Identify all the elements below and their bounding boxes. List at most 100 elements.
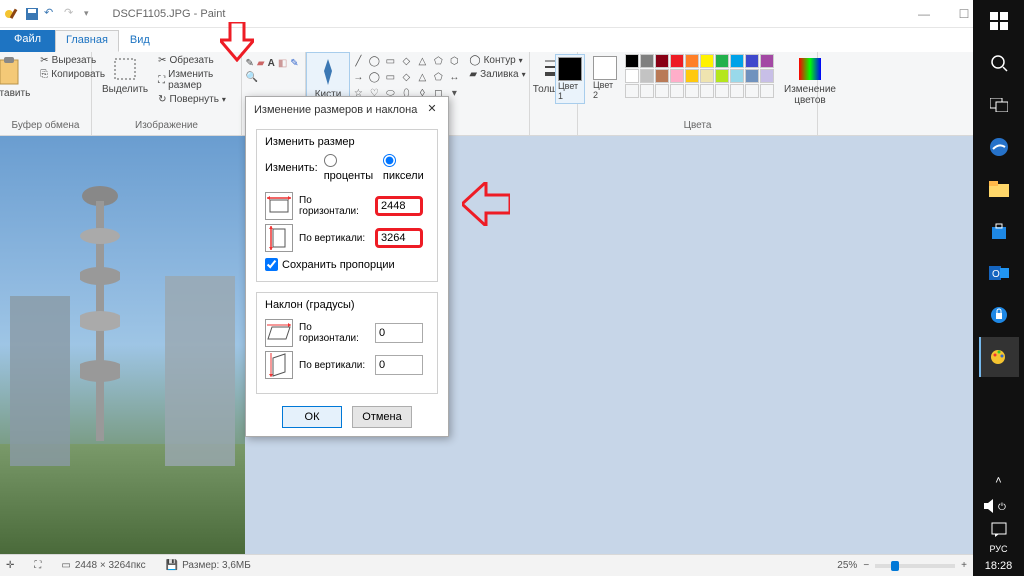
select-label: Выделить: [102, 84, 148, 95]
minimize-button[interactable]: —: [904, 0, 944, 28]
crop-icon: ✂: [158, 55, 166, 66]
outline-button[interactable]: ◯Контур▾: [467, 54, 527, 67]
dialog-title: Изменение размеров и наклона: [254, 104, 417, 116]
action-center-icon[interactable]: [979, 519, 1019, 541]
zoom-in-button[interactable]: +: [961, 560, 967, 571]
paste-label: Вставить: [0, 88, 30, 99]
bucket-icon: ▰: [469, 69, 477, 80]
clipboard-group-label: Буфер обмена: [12, 120, 80, 133]
tab-file[interactable]: Файл: [0, 30, 55, 52]
window-title: DSCF1105.JPG - Paint: [113, 8, 226, 20]
zoom-slider[interactable]: [875, 564, 955, 568]
skew-vert-icon: [265, 351, 293, 379]
fill-button[interactable]: ▰Заливка▾: [467, 68, 527, 81]
windows-taskbar: O ˄ ⏻ РУС 18:28: [973, 0, 1024, 576]
rotate-button[interactable]: ↻Повернуть▾: [156, 93, 235, 106]
edge-icon[interactable]: [979, 127, 1019, 167]
dims-icon: ▭: [61, 560, 70, 571]
color2-label: Цвет 2: [593, 80, 617, 100]
crosshair-icon: ✛: [6, 560, 14, 571]
skew-horiz-label: По горизонтали:: [299, 322, 369, 344]
fill-icon[interactable]: ▰: [257, 58, 265, 69]
canvas-image: [0, 136, 245, 554]
vert-input[interactable]: [375, 228, 423, 248]
ribbon-tabs: Файл Главная Вид ?: [0, 28, 1024, 52]
ribbon: Вставить ✂Вырезать ⎘Копировать Буфер обм…: [0, 52, 1024, 136]
color1-label: Цвет 1: [558, 81, 582, 101]
tray-expand-icon[interactable]: ˄: [979, 469, 1019, 493]
image-group-label: Изображение: [135, 120, 198, 133]
paste-button[interactable]: Вставить: [0, 54, 34, 101]
start-button[interactable]: [979, 1, 1019, 41]
colors-group-label: Цвета: [684, 120, 712, 133]
search-button[interactable]: [979, 43, 1019, 83]
disk-icon: 💾: [166, 560, 178, 571]
shapes-gallery[interactable]: ╱◯▭◇△⬠⬡ →◯▭◇△⬠↔ ☆♡⬭⬯◊◻▾: [351, 54, 461, 100]
ok-button[interactable]: ОК: [282, 406, 342, 428]
selection-icon: ⛶: [34, 560, 41, 571]
outlook-icon[interactable]: O: [979, 253, 1019, 293]
horiz-label: По горизонтали:: [299, 195, 369, 217]
cancel-button[interactable]: Отмена: [352, 406, 412, 428]
svg-text:⏻: ⏻: [998, 502, 1006, 513]
pixels-radio[interactable]: пиксели: [383, 154, 429, 182]
horiz-icon: [265, 192, 293, 220]
text-icon[interactable]: A: [268, 58, 275, 69]
skew-vert-label: По вертикали:: [299, 360, 369, 371]
undo-icon[interactable]: ↶: [44, 6, 60, 22]
brushes-button[interactable]: Кисти: [311, 55, 346, 102]
horiz-input[interactable]: [375, 196, 423, 216]
zoom-out-button[interactable]: −: [863, 560, 869, 571]
status-bar: ✛ ⛶ ▭2448 × 3264пкс 💾Размер: 3,6МБ 25% −…: [0, 554, 973, 576]
eraser-icon[interactable]: ◧: [278, 58, 287, 69]
annotation-arrow-down: [220, 22, 254, 62]
title-bar: ↶ ↷ ▾ DSCF1105.JPG - Paint — ☐ ✕: [0, 0, 1024, 28]
edit-colors-label: Изменение цветов: [784, 84, 836, 106]
tab-home[interactable]: Главная: [55, 30, 119, 52]
zoom-value: 25%: [837, 560, 857, 571]
taskview-button[interactable]: [979, 85, 1019, 125]
skew-horiz-input[interactable]: [375, 323, 423, 343]
edit-colors-button[interactable]: Изменение цветов: [780, 54, 840, 108]
percent-radio[interactable]: проценты: [324, 154, 377, 182]
magnifier-icon[interactable]: 🔍: [246, 72, 258, 83]
keep-ratio-checkbox[interactable]: [265, 258, 278, 271]
save-icon[interactable]: [24, 6, 40, 22]
select-button[interactable]: Выделить: [98, 54, 152, 97]
keep-ratio-label: Сохранить пропорции: [282, 259, 395, 271]
skew-fieldset: Наклон (градусы) По горизонтали: По верт…: [256, 292, 438, 394]
dialog-close-button[interactable]: ✕: [424, 102, 440, 118]
color2-swatch[interactable]: [593, 56, 617, 80]
clock[interactable]: 18:28: [985, 556, 1013, 576]
annotation-arrow-left: [462, 182, 510, 226]
selection-size: ⛶: [34, 560, 41, 571]
color1-swatch[interactable]: [558, 57, 582, 81]
change-label: Изменить:: [265, 162, 318, 174]
color-palette[interactable]: [625, 54, 774, 98]
scissors-icon: ✂: [40, 55, 48, 66]
explorer-icon[interactable]: [979, 169, 1019, 209]
vert-icon: [265, 224, 293, 252]
resize-group-label: Изменить размер: [265, 136, 429, 152]
tray-volume-icon[interactable]: ⏻: [979, 495, 1019, 517]
tab-view[interactable]: Вид: [119, 30, 161, 52]
lang-indicator[interactable]: РУС: [989, 542, 1007, 556]
resize-icon: ⛶: [158, 75, 165, 86]
file-size: 💾Размер: 3,6МБ: [166, 560, 251, 571]
svg-text:O: O: [992, 269, 1000, 280]
skew-vert-input[interactable]: [375, 355, 423, 375]
picker-icon[interactable]: ✎: [290, 58, 298, 69]
skew-group-label: Наклон (градусы): [265, 299, 429, 315]
redo-icon[interactable]: ↷: [64, 6, 80, 22]
paint-taskbar-icon[interactable]: [979, 337, 1019, 377]
cursor-pos: ✛: [6, 560, 14, 571]
image-dims: ▭2448 × 3264пкс: [61, 560, 145, 571]
resize-button[interactable]: ⛶Изменить размер: [156, 68, 235, 92]
qat-dropdown-icon[interactable]: ▾: [84, 8, 89, 19]
app-icon: [4, 6, 20, 22]
security-icon[interactable]: [979, 295, 1019, 335]
vert-label: По вертикали:: [299, 233, 369, 244]
skew-horiz-icon: [265, 319, 293, 347]
outline-icon: ◯: [469, 55, 480, 66]
store-icon[interactable]: [979, 211, 1019, 251]
